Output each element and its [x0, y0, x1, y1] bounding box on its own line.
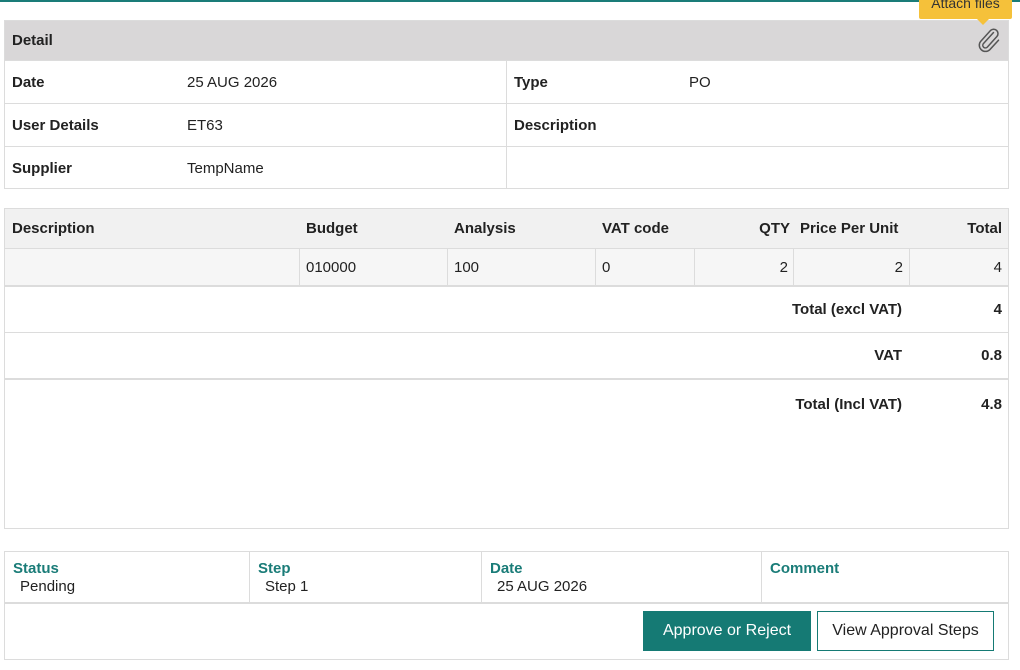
total-incl-vat-label: Total (Incl VAT) — [795, 396, 902, 413]
detail-description-cell: Description — [506, 103, 1008, 146]
approval-panel: Status Pending Step Step 1 Date 25 AUG 2… — [4, 551, 1009, 660]
cell-analysis: 100 — [448, 249, 596, 285]
total-excl-vat-value: 4 — [993, 301, 1002, 318]
supplier-value: TempName — [187, 159, 264, 177]
table-row: 010000 100 0 2 2 4 — [5, 249, 1008, 287]
status-value: Pending — [20, 578, 76, 595]
step-label: Step — [258, 560, 291, 577]
cell-price-per-unit: 2 — [794, 249, 910, 285]
cell-total: 4 — [993, 258, 1002, 276]
approval-step-cell: Step Step 1 — [250, 552, 482, 602]
cell-vat-code: 0 — [596, 249, 695, 285]
detail-panel: Detail Date 25 AUG 2026 Type PO User Det… — [4, 20, 1009, 189]
column-header-qty: QTY — [759, 220, 790, 237]
top-accent-line — [0, 0, 1020, 2]
approval-date-cell: Date 25 AUG 2026 — [482, 552, 762, 602]
total-excl-vat-label: Total (excl VAT) — [791, 301, 902, 318]
date-label: Date — [12, 73, 45, 91]
status-label: Status — [13, 560, 59, 577]
column-header-description: Description — [12, 220, 95, 237]
total-incl-vat-row: Total (Incl VAT) 4.8 — [5, 380, 1008, 429]
detail-title: Detail — [12, 32, 53, 49]
approval-info-row: Status Pending Step Step 1 Date 25 AUG 2… — [5, 552, 1008, 604]
column-header-analysis: Analysis — [454, 220, 516, 237]
approval-comment-cell: Comment — [762, 552, 1008, 602]
detail-empty-cell — [506, 146, 1008, 189]
column-header-budget: Budget — [306, 220, 358, 237]
detail-user-cell: User Details ET63 — [5, 103, 506, 146]
detail-supplier-cell: Supplier TempName — [5, 146, 506, 189]
tooltip-text: Attach files — [931, 0, 1000, 11]
column-header-total: Total — [967, 220, 1002, 237]
cell-qty: 2 — [695, 249, 794, 285]
type-value: PO — [689, 73, 711, 91]
user-details-value: ET63 — [187, 116, 223, 134]
column-header-vat-code: VAT code — [602, 220, 669, 237]
detail-type-cell: Type PO — [506, 60, 1008, 103]
attach-files-tooltip: Attach files — [919, 0, 1012, 25]
approval-status-cell: Status Pending — [5, 552, 250, 602]
view-approval-steps-button[interactable]: View Approval Steps — [817, 611, 994, 651]
total-excl-vat-row: Total (excl VAT) 4 — [5, 287, 1008, 333]
cell-description — [5, 249, 300, 285]
comment-label: Comment — [770, 560, 840, 577]
step-value: Step 1 — [265, 578, 309, 595]
description-label: Description — [514, 116, 597, 134]
type-label: Type — [514, 73, 548, 91]
user-details-label: User Details — [12, 116, 99, 134]
detail-date-cell: Date 25 AUG 2026 — [5, 60, 506, 103]
cell-budget: 010000 — [300, 249, 448, 285]
vat-row: VAT 0.8 — [5, 333, 1008, 380]
approval-date-label: Date — [490, 560, 523, 577]
total-incl-vat-value: 4.8 — [981, 396, 1002, 413]
vat-label: VAT — [874, 347, 902, 364]
date-value: 25 AUG 2026 — [187, 73, 278, 91]
paperclip-icon[interactable] — [976, 27, 1002, 53]
column-header-price-per-unit: Price Per Unit — [800, 220, 899, 237]
vat-value: 0.8 — [981, 347, 1002, 364]
supplier-label: Supplier — [12, 159, 73, 177]
line-items-table: Description Budget Analysis VAT code QTY… — [4, 208, 1009, 529]
detail-header: Detail — [5, 21, 1008, 60]
approve-or-reject-button[interactable]: Approve or Reject — [643, 611, 811, 651]
approval-date-value: 25 AUG 2026 — [497, 578, 588, 595]
table-header-row: Description Budget Analysis VAT code QTY… — [5, 209, 1008, 249]
